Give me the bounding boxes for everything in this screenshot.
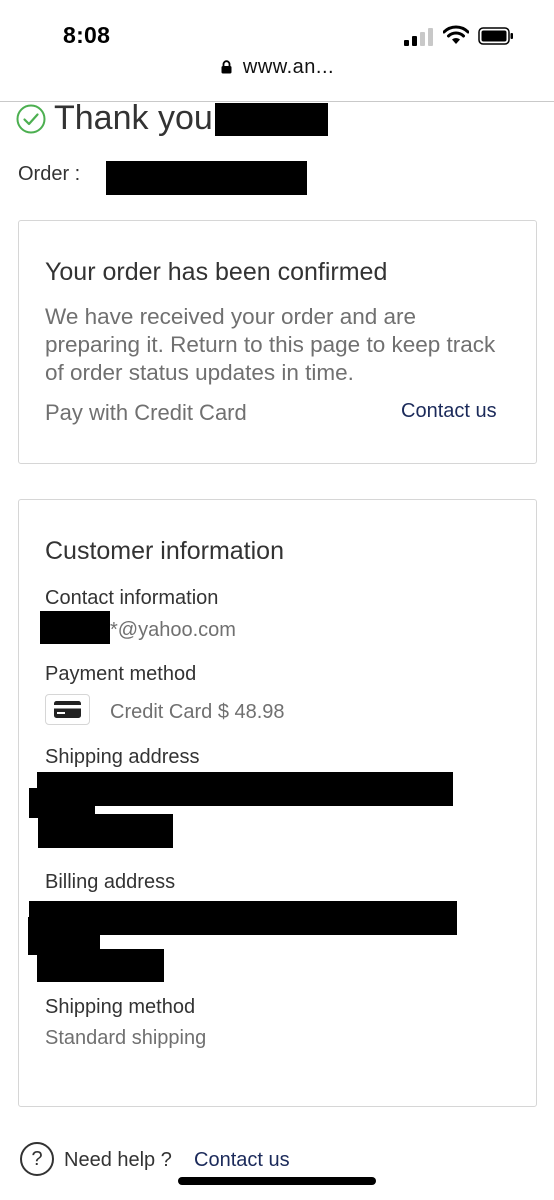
shipping-method-label: Shipping method — [45, 996, 196, 1018]
footer-contact-us-link[interactable]: Contact us — [194, 1149, 290, 1172]
shipping-method-value: Standard shipping — [45, 1027, 207, 1049]
redacted-billing-address-line — [37, 949, 164, 982]
wifi-icon — [442, 25, 470, 45]
thank-you-heading: Thank you — [54, 99, 213, 137]
lock-icon — [220, 59, 233, 74]
cellular-signal-icon — [404, 28, 434, 46]
redacted-email-prefix — [40, 611, 110, 644]
credit-card-icon — [45, 694, 90, 725]
help-icon: ? — [20, 1142, 54, 1176]
email-value: *@yahoo.com — [110, 619, 236, 641]
redacted-shipping-address-line — [38, 814, 173, 848]
payment-note: Pay with Credit Card — [45, 400, 247, 425]
home-indicator[interactable] — [178, 1177, 376, 1185]
need-help-text: Need help ? — [64, 1149, 172, 1171]
redacted-order-number — [106, 161, 307, 195]
battery-icon — [478, 27, 514, 45]
status-time: 8:08 — [63, 22, 111, 48]
shipping-address-label: Shipping address — [45, 746, 200, 768]
redacted-shipping-address-line — [37, 772, 453, 806]
billing-address-label: Billing address — [45, 871, 176, 893]
contact-us-link[interactable]: Contact us — [401, 400, 497, 423]
payment-method-value: Credit Card $ 48.98 — [110, 701, 285, 723]
check-circle-icon — [16, 104, 46, 134]
confirmation-message: We have received your order and are prep… — [45, 304, 496, 385]
contact-information-label: Contact information — [45, 587, 219, 609]
redacted-name — [215, 103, 328, 136]
payment-method-label: Payment method — [45, 663, 197, 685]
confirmation-title: Your order has been confirmed — [45, 258, 388, 286]
customer-information-title: Customer information — [45, 537, 284, 565]
url-text: www.an... — [242, 56, 335, 78]
order-label: Order : — [18, 163, 81, 185]
address-bar[interactable]: www.an... — [0, 56, 554, 86]
